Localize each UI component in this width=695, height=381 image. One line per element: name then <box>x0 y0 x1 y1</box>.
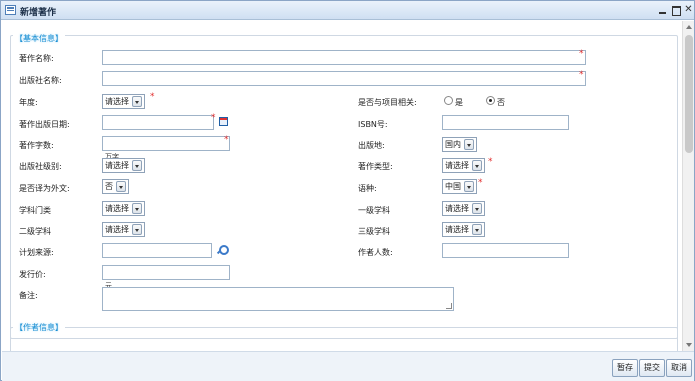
first-subject-select[interactable]: 请选择 <box>442 201 485 216</box>
price-label: 发行价: <box>19 270 46 279</box>
third-subject-select[interactable]: 请选择 <box>442 222 485 237</box>
required-mark: * <box>488 157 493 167</box>
first-subject-select-value: 请选择 <box>445 204 469 213</box>
required-mark: * <box>211 113 216 123</box>
language-label: 语种: <box>358 184 377 193</box>
dialog-footer: 暂存 提交 取消 <box>2 351 694 381</box>
year-select-value: 请选择 <box>105 97 129 106</box>
calendar-icon[interactable] <box>219 117 228 126</box>
pub-place-label: 出版地: <box>358 141 385 150</box>
chevron-down-icon <box>132 160 142 171</box>
author-count-label: 作者人数: <box>358 248 393 257</box>
maximize-icon[interactable] <box>670 4 681 16</box>
radio-yes-label: 是 <box>455 98 463 107</box>
work-type-label: 著作类型: <box>358 162 393 171</box>
translated-label: 是否译为外文: <box>19 184 70 193</box>
chevron-down-icon <box>464 139 474 150</box>
remark-textarea[interactable] <box>102 287 454 311</box>
word-count-input[interactable] <box>102 136 230 151</box>
pub-date-label: 著作出版日期: <box>19 120 70 129</box>
required-mark: * <box>579 70 584 80</box>
translated-select[interactable]: 否 <box>102 179 129 194</box>
year-select[interactable]: 请选择 <box>102 94 145 109</box>
form-content: 【基本信息】 著作名称: * 出版社名称: * 年度: 请选择 * 是否与项目相… <box>2 21 682 351</box>
language-select[interactable]: 中国 <box>442 179 477 194</box>
second-subject-select[interactable]: 请选择 <box>102 222 145 237</box>
required-mark: * <box>579 49 584 59</box>
plan-source-input[interactable] <box>102 243 212 258</box>
minimize-icon[interactable] <box>657 4 668 16</box>
author-count-input[interactable] <box>442 243 569 258</box>
publisher-input[interactable] <box>102 71 586 86</box>
required-mark: * <box>478 178 483 188</box>
work-type-select[interactable]: 请选择 <box>442 158 485 173</box>
third-subject-select-value: 请选择 <box>445 225 469 234</box>
plan-source-label: 计划来源: <box>19 248 54 257</box>
radio-no-label: 否 <box>497 98 505 107</box>
author-info-legend: 【作者信息】 <box>13 322 65 333</box>
publisher-level-label: 出版社级别: <box>19 162 62 171</box>
language-select-value: 中国 <box>445 182 461 191</box>
chevron-down-icon <box>132 203 142 214</box>
basic-info-legend: 【基本信息】 <box>13 33 65 44</box>
author-info-section <box>10 327 678 351</box>
title-label: 著作名称: <box>19 54 54 63</box>
title-bar[interactable]: 新增著作 ✕ <box>1 1 694 20</box>
price-input[interactable] <box>102 265 230 280</box>
chevron-down-icon <box>472 203 482 214</box>
pub-place-select[interactable]: 国内 <box>442 137 477 152</box>
chevron-down-icon <box>464 181 474 192</box>
chevron-down-icon <box>472 160 482 171</box>
save-draft-button[interactable]: 暂存 <box>612 359 638 377</box>
scroll-down-icon[interactable] <box>686 343 692 347</box>
publisher-label: 出版社名称: <box>19 76 62 85</box>
submit-button[interactable]: 提交 <box>639 359 665 377</box>
resize-grip-icon[interactable] <box>446 303 452 309</box>
chevron-down-icon <box>132 224 142 235</box>
remark-label: 备注: <box>19 291 38 300</box>
publisher-level-select[interactable]: 请选择 <box>102 158 145 173</box>
discipline-label: 学科门类 <box>19 206 51 215</box>
scroll-thumb[interactable] <box>685 35 693 153</box>
project-related-label: 是否与项目相关: <box>358 98 417 107</box>
scroll-up-icon[interactable] <box>686 25 692 29</box>
chevron-down-icon <box>472 224 482 235</box>
translated-select-value: 否 <box>105 182 113 191</box>
second-subject-label: 二级学科 <box>19 227 51 236</box>
discipline-select-value: 请选择 <box>105 204 129 213</box>
publisher-level-select-value: 请选择 <box>105 161 129 170</box>
cancel-button[interactable]: 取消 <box>666 359 692 377</box>
radio-yes[interactable] <box>444 96 453 105</box>
vertical-scrollbar[interactable] <box>682 21 694 351</box>
radio-no[interactable] <box>486 96 495 105</box>
isbn-label: ISBN号: <box>358 120 388 129</box>
dialog-title: 新增著作 <box>20 8 57 18</box>
second-subject-select-value: 请选择 <box>105 225 129 234</box>
isbn-input[interactable] <box>442 115 569 130</box>
chevron-down-icon <box>116 181 126 192</box>
discipline-select[interactable]: 请选择 <box>102 201 145 216</box>
close-icon[interactable]: ✕ <box>683 4 694 16</box>
dialog-window: 新增著作 ✕ 【基本信息】 著作名称: * 出版社名称: * 年度: 请选择 *… <box>0 0 695 381</box>
year-label: 年度: <box>19 98 38 107</box>
first-subject-label: 一级学科 <box>358 206 390 215</box>
chevron-down-icon <box>132 96 142 107</box>
window-icon <box>5 5 16 15</box>
pub-place-select-value: 国内 <box>445 140 461 149</box>
required-mark: * <box>150 92 155 102</box>
word-count-label: 著作字数: <box>19 141 54 150</box>
search-icon[interactable] <box>217 245 229 255</box>
required-mark: * <box>224 135 229 145</box>
work-type-select-value: 请选择 <box>445 161 469 170</box>
title-input[interactable] <box>102 50 586 65</box>
third-subject-label: 三级学科 <box>358 227 390 236</box>
pub-date-input[interactable] <box>102 115 214 130</box>
